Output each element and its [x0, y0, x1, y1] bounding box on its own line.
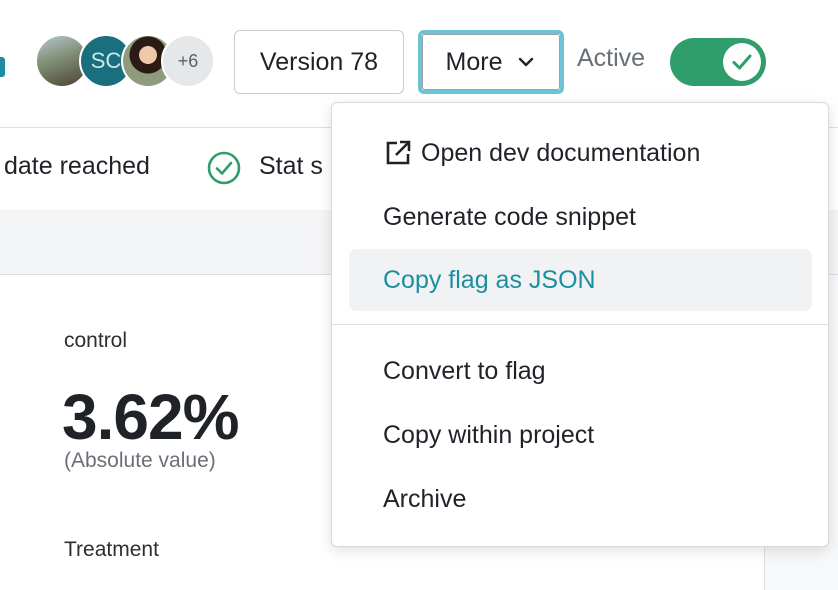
check-icon [732, 54, 752, 70]
tab-indicator [0, 57, 5, 77]
treatment-label: Treatment [64, 538, 159, 561]
control-value: 3.62% [62, 381, 239, 453]
menu-item-generate-code-snippet[interactable]: Generate code snippet [349, 186, 812, 248]
menu-item-label: Generate code snippet [383, 202, 636, 231]
status-item-date-reached: date reached [4, 152, 150, 180]
menu-item-copy-within-project[interactable]: Copy within project [349, 404, 812, 466]
avatar-initials: SC [90, 48, 122, 73]
check-circle-icon [207, 151, 241, 185]
version-label: Version 78 [259, 47, 379, 76]
menu-item-label: Copy within project [383, 420, 595, 449]
chevron-down-icon [519, 57, 534, 67]
external-link-icon [386, 140, 411, 165]
more-label: More [445, 47, 503, 76]
menu-item-label: Copy flag as JSON [383, 265, 596, 294]
active-toggle[interactable] [670, 38, 766, 86]
avatar-overflow-label: +6 [177, 50, 199, 71]
version-button[interactable]: Version 78 [234, 30, 404, 94]
more-dropdown-menu: Open dev documentation Generate code sni… [331, 102, 829, 547]
menu-item-label: Archive [383, 484, 467, 513]
avatar-overflow-count[interactable]: +6 [161, 34, 215, 88]
control-subtext: (Absolute value) [64, 449, 216, 472]
toggle-knob [723, 43, 761, 81]
menu-divider [332, 324, 828, 325]
menu-item-open-dev-docs[interactable]: Open dev documentation [349, 122, 812, 184]
menu-item-copy-flag-json[interactable]: Copy flag as JSON [349, 249, 812, 311]
active-label: Active [577, 44, 646, 72]
menu-item-convert-to-flag[interactable]: Convert to flag [349, 340, 812, 402]
control-label: control [64, 329, 128, 352]
menu-item-label: Open dev documentation [421, 138, 701, 167]
menu-item-archive[interactable]: Archive [349, 468, 812, 530]
more-button[interactable]: More [418, 30, 564, 94]
menu-item-label: Convert to flag [383, 356, 546, 385]
status-item-stat-sig: Stat s [259, 152, 323, 180]
